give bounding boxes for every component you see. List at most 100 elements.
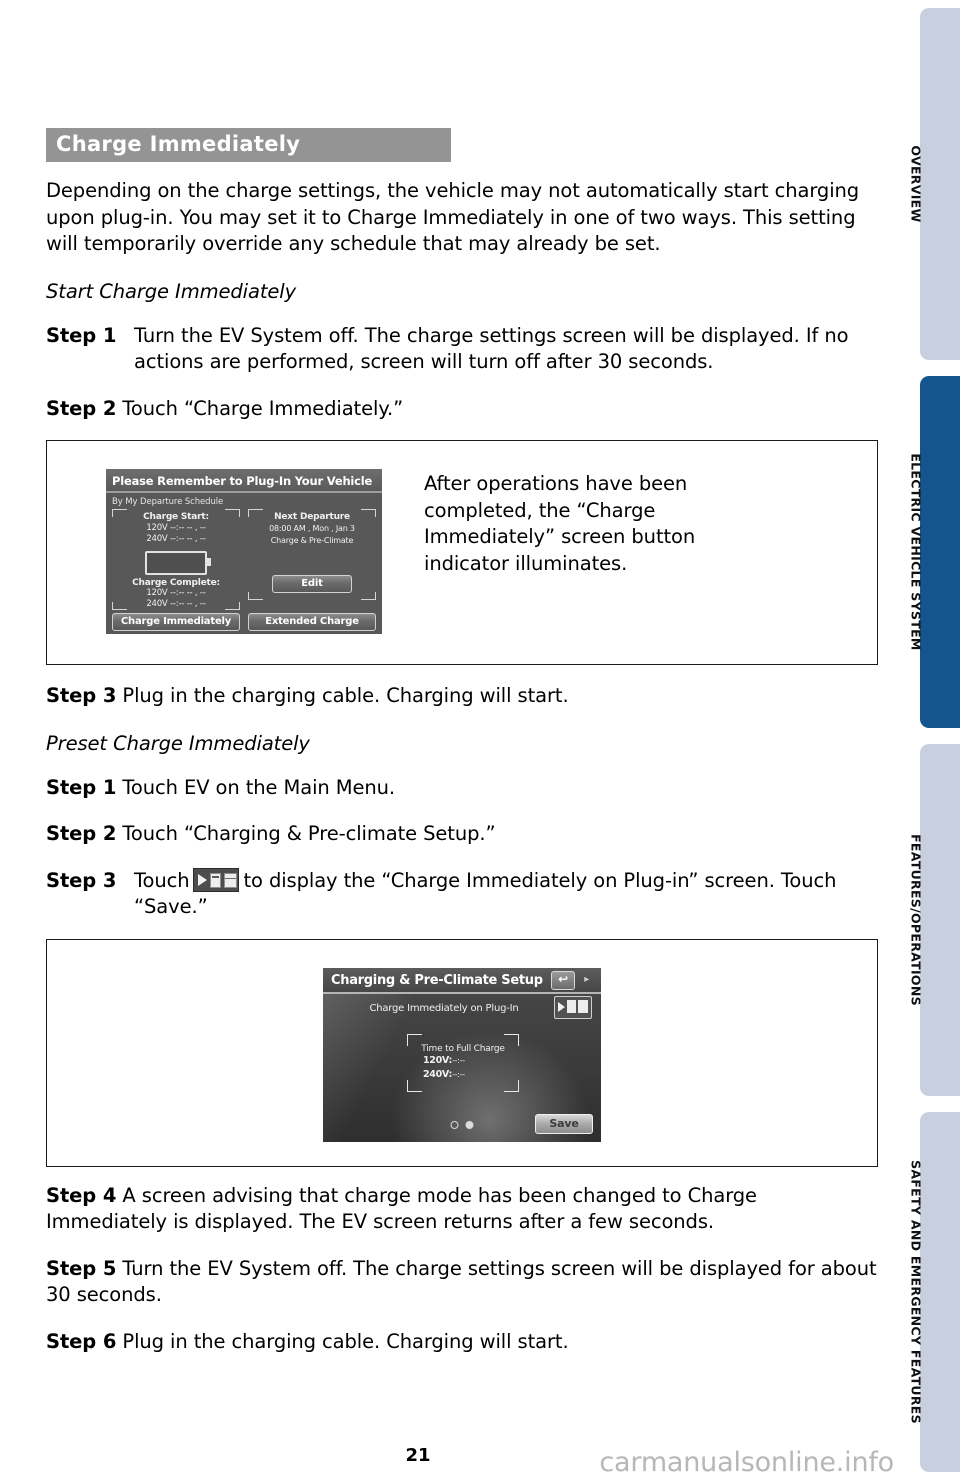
screen-title: Charging & Pre-Climate Setup ↩ ▸: [323, 967, 601, 994]
charge-complete-label: Charge Complete:: [132, 578, 220, 588]
time-240v-row: 240V:--:--: [407, 1068, 519, 1082]
next-departure-mode: Charge & Pre-Climate: [270, 536, 354, 545]
extended-charge-button[interactable]: Extended Charge: [248, 613, 376, 631]
step-text: Plug in the charging cable. Charging wil…: [122, 684, 569, 707]
screen-columns: Charge Start: 120V --:-- -- , -- 240V --…: [106, 507, 382, 610]
step-text: Plug in the charging cable. Charging wil…: [122, 1329, 569, 1353]
next-departure-group: Next Departure 08:00 AM , Mon , Jan 3 Ch…: [248, 509, 376, 549]
time-240v-value: --:--: [452, 1069, 465, 1079]
battery-gauge-icon: [145, 551, 211, 575]
charge-start-120v: 120V --:-- -- , --: [146, 523, 206, 533]
step-text: Touch “Charging & Pre-climate Setup.”: [122, 822, 496, 845]
sidebar-tab-electric-vehicle-system[interactable]: ELECTRIC VEHICLE SYSTEM: [909, 376, 960, 728]
figure-1-caption: After operations have been completed, th…: [424, 472, 696, 575]
step-text: Touch EV on the Main Menu.: [122, 775, 396, 799]
subheading-start-charge: Start Charge Immediately: [46, 279, 297, 303]
charge-immediately-button[interactable]: Charge Immediately: [112, 613, 240, 631]
head-unit-screen-plug-in-reminder: Please Remember to Plug-In Your Vehicle …: [106, 469, 382, 634]
time-240v-label: 240V:: [423, 1068, 453, 1080]
step-text: Turn the EV System off. The charge setti…: [46, 1256, 877, 1307]
corner-bracket: [407, 1079, 422, 1092]
charge-immediately-icon[interactable]: [193, 867, 240, 892]
time-120v-row: 120V:--:--: [407, 1054, 519, 1068]
step-label: Step 4: [46, 1183, 117, 1207]
step-label: Step 1: [46, 323, 117, 347]
sidebar-tab-label: SAFETY AND EMERGENCY FEATURES: [908, 1160, 924, 1424]
sidebar-tab-safety-emergency-features[interactable]: SAFETY AND EMERGENCY FEATURES: [909, 1112, 960, 1472]
screen-title: Please Remember to Plug-In Your Vehicle: [106, 469, 382, 493]
charge-complete-240v: 240V --:-- -- , --: [146, 599, 206, 609]
step-label: Step 1: [46, 775, 117, 799]
step-label: Step 6: [46, 1329, 117, 1353]
departure-schedule-label: By My Departure Schedule: [112, 497, 224, 507]
time-to-full-charge-panel: Time to Full Charge 120V:--:-- 240V:--:-…: [407, 1033, 519, 1092]
screen-button-row: Charge Immediately Extended Charge: [106, 610, 382, 631]
chevron-right-icon: ▸: [584, 973, 589, 985]
charge-start-label: Charge Start:: [143, 512, 209, 522]
step-text: Touch “Charge Immediately.”: [122, 396, 404, 420]
figure-charging-preclimate-setup: Charging & Pre-Climate Setup ↩ ▸ Charge …: [46, 938, 878, 1167]
charge-start-column: Charge Start: 120V --:-- -- , -- 240V --…: [112, 509, 240, 610]
step-start-1: Step 1 Turn the EV System off. The charge…: [46, 323, 878, 376]
corner-bracket: [504, 1079, 519, 1092]
intro-paragraph: Depending on the charge settings, the ve…: [46, 179, 860, 255]
site-watermark: carmanualsonline.info: [599, 1447, 894, 1478]
edit-group: Edit: [248, 575, 376, 600]
page-dot-2[interactable]: [465, 1120, 474, 1129]
step-label: Step 2: [46, 822, 117, 845]
time-120v-value: --:--: [452, 1055, 465, 1065]
step-text: A screen advising that charge mode has b…: [46, 1183, 757, 1234]
sidebar-tab-overview[interactable]: OVERVIEW: [909, 8, 960, 360]
time-to-full-charge-label: Time to Full Charge: [421, 1043, 505, 1054]
screen-title-text: Charging & Pre-Climate Setup: [331, 972, 543, 988]
step-text: Turn the EV System off. The charge setti…: [134, 323, 849, 374]
panel-icon: [578, 999, 588, 1013]
step-label: Step 2: [46, 396, 117, 420]
sidebar-tab-features-operations[interactable]: FEATURES/OPERATIONS: [909, 744, 960, 1096]
step-preset-1: Step 1 Touch EV on the Main Menu.: [46, 775, 878, 802]
manual-page: Charge Immediately Depending on the char…: [0, 0, 898, 1484]
play-triangle-icon: [558, 1001, 565, 1012]
figure-1-layout: Please Remember to Plug-In Your Vehicle …: [47, 441, 877, 634]
subheading-preset-charge: Preset Charge Immediately: [46, 731, 310, 755]
step-preset-4: Step 4 A screen advising that charge mod…: [46, 1183, 878, 1236]
step-preset-5: Step 5 Turn the EV System off. The charg…: [46, 1256, 878, 1309]
step-label: Step 3: [46, 868, 117, 892]
sidebar-tab-label: FEATURES/OPERATIONS: [908, 834, 924, 1006]
next-departure-time: 08:00 AM , Mon , Jan 3: [269, 524, 355, 533]
next-departure-column: Next Departure 08:00 AM , Mon , Jan 3 Ch…: [248, 509, 376, 610]
step-text-before: Touch: [134, 868, 190, 892]
step-preset-3: Step 3 Touch to display the “Charge Immedi…: [46, 867, 878, 921]
charge-complete-group: Charge Complete: 120V --:-- -- , -- 240V…: [112, 578, 240, 610]
step-preset-6: Step 6 Plug in the charging cable. Charg…: [46, 1329, 878, 1356]
save-button[interactable]: Save: [535, 1113, 593, 1134]
edit-button[interactable]: Edit: [272, 575, 352, 593]
time-120v-label: 120V:: [423, 1054, 453, 1066]
corner-bracket: [504, 1033, 519, 1046]
charge-immediately-mode-icon[interactable]: [554, 995, 592, 1019]
step-label: Step 5: [46, 1256, 117, 1280]
sidebar-tab-label: OVERVIEW: [908, 145, 924, 223]
charge-start-group: Charge Start: 120V --:-- -- , -- 240V --…: [112, 509, 240, 547]
back-arrow-icon[interactable]: ↩: [551, 970, 575, 990]
figure-charge-settings: Please Remember to Plug-In Your Vehicle …: [46, 440, 878, 665]
battery-icon: [567, 999, 576, 1013]
section-title-bar: Charge Immediately: [46, 128, 451, 162]
page-dots[interactable]: [450, 1120, 474, 1129]
step-start-2: Step 2 Touch “Charge Immediately.”: [46, 396, 878, 423]
head-unit-screen-charging-setup: Charging & Pre-Climate Setup ↩ ▸ Charge …: [323, 967, 601, 1142]
charge-complete-120v: 120V --:-- -- , --: [146, 588, 206, 598]
sidebar-tab-label: ELECTRIC VEHICLE SYSTEM: [908, 453, 924, 651]
step-start-3: Step 3 Plug in the charging cable. Charg…: [46, 683, 878, 710]
step-label: Step 3: [46, 684, 117, 707]
next-departure-label: Next Departure: [274, 512, 350, 522]
step-preset-2: Step 2 Touch “Charging & Pre-climate Set…: [46, 821, 878, 848]
charge-start-240v: 240V --:-- -- , --: [146, 534, 206, 544]
battery-icon: [210, 872, 222, 888]
section-tab-rail: OVERVIEW ELECTRIC VEHICLE SYSTEM FEATURE…: [898, 0, 960, 1484]
page-title: Charge Immediately: [56, 132, 301, 156]
page-content: Charge Immediately Depending on the char…: [46, 128, 878, 1355]
panel-icon: [224, 872, 238, 888]
play-triangle-icon: [198, 873, 208, 886]
page-dot-1[interactable]: [450, 1120, 459, 1129]
